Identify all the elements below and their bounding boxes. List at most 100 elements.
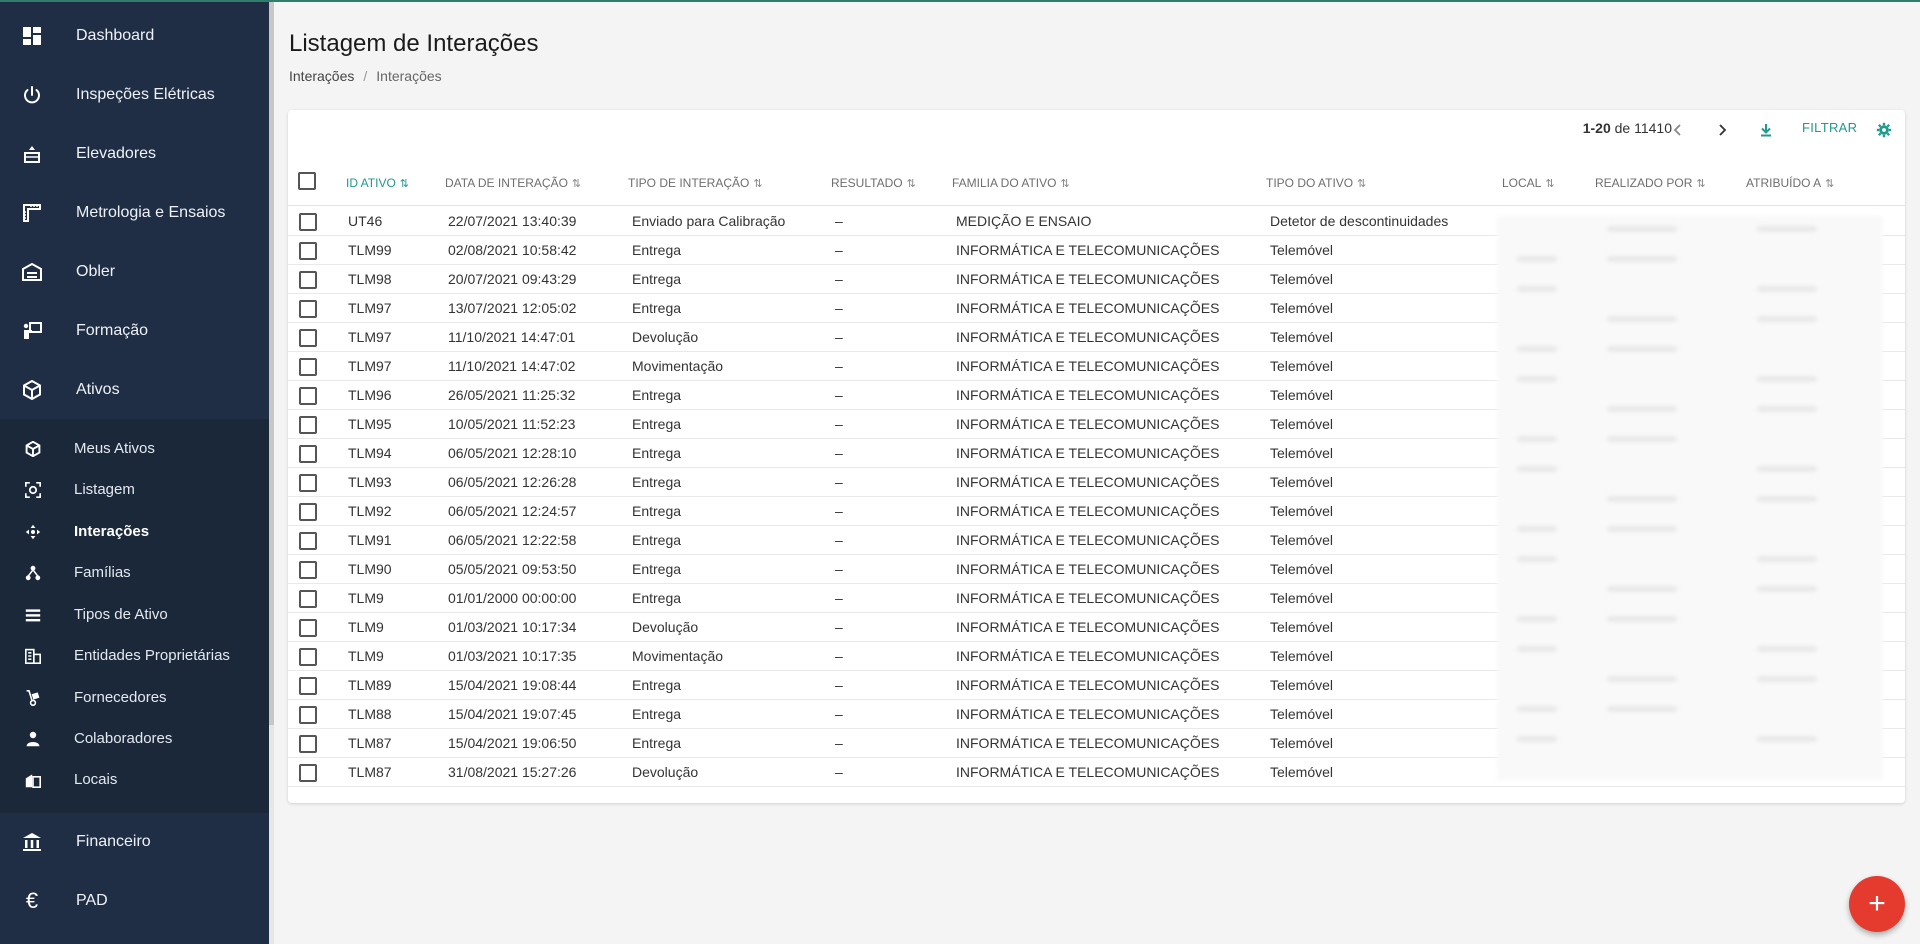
cell-id-ativo: TLM97 xyxy=(348,300,392,316)
row-checkbox[interactable] xyxy=(299,590,317,608)
cell-id-ativo: TLM95 xyxy=(348,416,392,432)
sidebar-item-inspecoes-eletricas[interactable]: Inspeções Elétricas xyxy=(0,65,269,124)
cell-data-interacao: 06/05/2021 12:22:58 xyxy=(448,532,577,548)
cell-id-ativo: TLM98 xyxy=(348,271,392,287)
row-checkbox[interactable] xyxy=(299,271,317,289)
column-header-tipo-ativo[interactable]: TIPO DO ATIVO ⇅ xyxy=(1266,160,1366,206)
cell-tipo-ativo: Telemóvel xyxy=(1270,648,1334,664)
column-header-id-ativo[interactable]: ID ATIVO ⇅ xyxy=(346,160,409,206)
sidebar-item-metrologia[interactable]: Metrologia e Ensaios xyxy=(0,183,269,242)
redacted-text xyxy=(1757,736,1817,742)
row-checkbox[interactable] xyxy=(299,474,317,492)
chevron-left-icon xyxy=(1673,124,1681,136)
row-checkbox[interactable] xyxy=(299,503,317,521)
row-checkbox[interactable] xyxy=(299,561,317,579)
cell-resultado: – xyxy=(835,677,843,693)
row-checkbox[interactable] xyxy=(299,764,317,782)
move-icon xyxy=(22,521,44,543)
cell-tipo-interacao: Devolução xyxy=(632,619,699,635)
row-checkbox[interactable] xyxy=(299,416,317,434)
top-accent-line xyxy=(0,0,1920,2)
redacted-text xyxy=(1757,676,1817,682)
sidebar-item-pad[interactable]: € PAD xyxy=(0,871,269,930)
cell-tipo-interacao: Entrega xyxy=(632,706,682,722)
prev-page-button[interactable] xyxy=(1664,116,1692,144)
row-checkbox[interactable] xyxy=(299,445,317,463)
download-button[interactable] xyxy=(1752,116,1780,144)
sidebar-item-obler[interactable]: Obler xyxy=(0,242,269,301)
euro-icon: € xyxy=(25,887,39,913)
sidebar-item-dashboard[interactable]: Dashboard xyxy=(0,6,269,65)
sidebar-subitem-label: Listagem xyxy=(74,481,135,498)
cell-id-ativo: TLM92 xyxy=(348,503,392,519)
sidebar-item-elevadores[interactable]: Elevadores xyxy=(0,124,269,183)
sort-icon: ⇅ xyxy=(571,178,582,190)
cell-data-interacao: 11/10/2021 14:47:01 xyxy=(448,329,576,345)
sidebar-item-label: Financeiro xyxy=(76,832,151,850)
cell-tipo-interacao: Movimentação xyxy=(632,358,724,374)
sidebar-scrollbar-thumb[interactable] xyxy=(269,0,274,725)
sidebar-subitem-tipos-de-ativo[interactable]: Tipos de Ativo xyxy=(0,594,269,635)
sidebar-subitem-listagem[interactable]: Listagem xyxy=(0,469,269,510)
sidebar-subitem-familias[interactable]: Famílias xyxy=(0,552,269,593)
row-checkbox[interactable] xyxy=(299,329,317,347)
column-header-resultado[interactable]: RESULTADO ⇅ xyxy=(831,160,916,206)
row-checkbox[interactable] xyxy=(299,358,317,376)
add-interaction-button[interactable]: + xyxy=(1849,876,1905,932)
cell-resultado: – xyxy=(835,648,843,664)
sidebar-subitem-colaboradores[interactable]: Colaboradores xyxy=(0,718,269,759)
cell-tipo-interacao: Entrega xyxy=(632,561,682,577)
column-header-tipo-interacao[interactable]: TIPO DE INTERAÇÃO ⇅ xyxy=(628,160,763,206)
filter-button[interactable]: FILTRAR xyxy=(1802,120,1857,135)
row-checkbox[interactable] xyxy=(299,242,317,260)
row-checkbox[interactable] xyxy=(299,706,317,724)
row-checkbox[interactable] xyxy=(299,300,317,318)
breadcrumb-link[interactable]: Interações xyxy=(289,68,354,84)
settings-button[interactable] xyxy=(1870,116,1898,144)
column-header-data-interacao[interactable]: DATA DE INTERAÇÃO ⇅ xyxy=(445,160,581,206)
row-checkbox[interactable] xyxy=(299,735,317,753)
cell-familia: INFORMÁTICA E TELECOMUNICAÇÕES xyxy=(956,271,1220,287)
teacher-icon xyxy=(20,319,44,343)
row-checkbox[interactable] xyxy=(299,387,317,405)
sidebar-item-ativos[interactable]: Ativos xyxy=(0,360,269,419)
dashboard-icon xyxy=(20,24,44,48)
column-header-familia[interactable]: FAMILIA DO ATIVO ⇅ xyxy=(952,160,1070,206)
cell-tipo-interacao: Entrega xyxy=(632,735,682,751)
row-checkbox[interactable] xyxy=(299,213,317,231)
column-header-atribuido-a[interactable]: ATRIBUÍDO A ⇅ xyxy=(1746,160,1834,206)
sidebar-subitem-locais[interactable]: Locais xyxy=(0,759,269,800)
sidebar-item-financeiro[interactable]: Financeiro xyxy=(0,812,269,871)
select-all-checkbox[interactable] xyxy=(298,172,316,190)
row-checkbox[interactable] xyxy=(299,648,317,666)
cell-resultado: – xyxy=(835,590,843,606)
sort-icon: ⇅ xyxy=(906,178,916,190)
cell-id-ativo: TLM94 xyxy=(348,445,392,461)
sidebar: Dashboard Inspeções Elétricas Elevadores… xyxy=(0,0,269,944)
cell-data-interacao: 26/05/2021 11:25:32 xyxy=(448,387,576,403)
sidebar-subitem-meus-ativos[interactable]: Meus Ativos xyxy=(0,428,269,469)
sort-icon: ⇅ xyxy=(399,178,410,190)
redacted-text xyxy=(1757,316,1817,322)
bank-icon xyxy=(20,830,44,854)
redacted-text xyxy=(1607,706,1677,712)
cell-tipo-interacao: Entrega xyxy=(632,242,682,258)
cell-data-interacao: 11/10/2021 14:47:02 xyxy=(448,358,576,374)
cell-tipo-interacao: Entrega xyxy=(632,503,682,519)
row-checkbox[interactable] xyxy=(299,619,317,637)
sort-icon: ⇅ xyxy=(1357,178,1367,190)
sidebar-item-formacao[interactable]: Formação xyxy=(0,301,269,360)
redacted-text xyxy=(1757,226,1817,232)
sidebar-item-label: PAD xyxy=(76,891,108,909)
column-header-local[interactable]: LOCAL ⇅ xyxy=(1502,160,1555,206)
cell-familia: INFORMÁTICA E TELECOMUNICAÇÕES xyxy=(956,706,1220,722)
row-checkbox[interactable] xyxy=(299,677,317,695)
next-page-button[interactable] xyxy=(1708,116,1736,144)
column-header-realizado-por[interactable]: REALIZADO POR ⇅ xyxy=(1595,160,1706,206)
redacted-text xyxy=(1517,346,1557,352)
cell-resultado: – xyxy=(835,300,843,316)
sidebar-subitem-fornecedores[interactable]: Fornecedores xyxy=(0,677,269,718)
sidebar-subitem-entidades[interactable]: Entidades Proprietárias xyxy=(0,635,269,676)
sidebar-subitem-interacoes[interactable]: Interações xyxy=(0,511,269,552)
row-checkbox[interactable] xyxy=(299,532,317,550)
